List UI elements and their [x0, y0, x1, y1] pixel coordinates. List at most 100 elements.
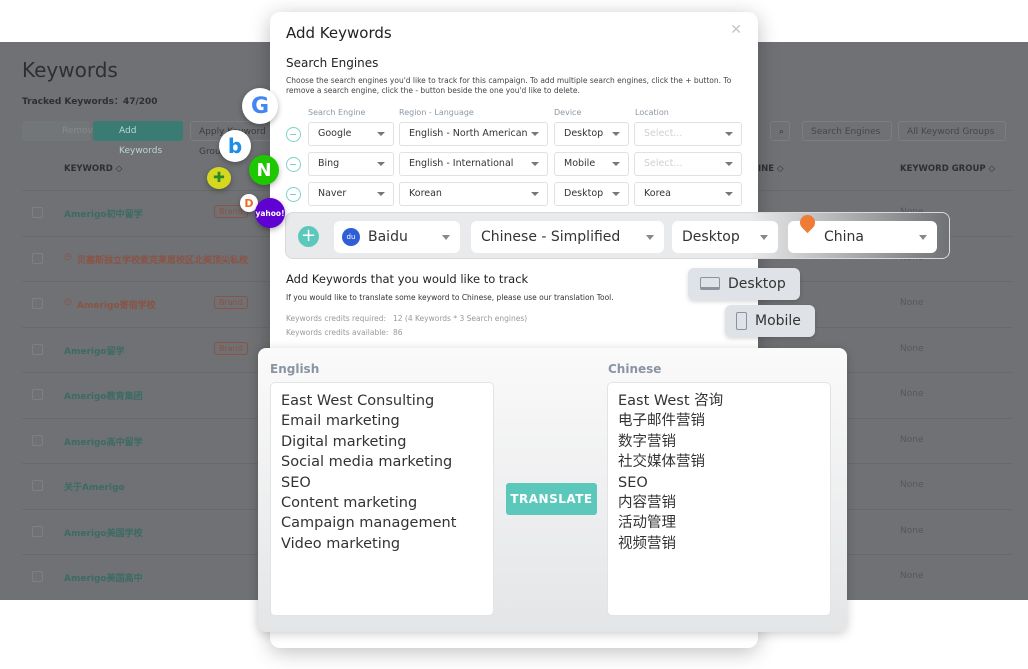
region-value: Chinese - Simplified [481, 229, 621, 245]
search-engines-description: Choose the search engines you'd like to … [286, 76, 732, 95]
english-keywords-textarea[interactable]: East West Consulting Email marketing Digit… [270, 382, 494, 616]
row-checkbox[interactable] [32, 480, 43, 491]
keyword-link[interactable]: Amerigo美国学校 [64, 526, 143, 539]
region-value: Korean [409, 188, 442, 199]
engine-value: Bing [318, 158, 340, 169]
row-checkbox[interactable] [32, 298, 43, 309]
region-value: English - International [409, 158, 514, 169]
region-select-chinese[interactable]: Chinese - Simplified [471, 221, 664, 253]
row-checkbox[interactable] [32, 525, 43, 537]
location-value: Select... [644, 128, 683, 139]
remove-engine-button[interactable] [286, 157, 301, 172]
engine-value: Google [318, 128, 352, 139]
naver-logo-text: N [256, 159, 272, 181]
google-logo-icon: G [242, 88, 278, 124]
device-select-desktop[interactable]: Desktop [672, 221, 778, 253]
keyword-group-value: None [900, 343, 924, 354]
keyword-link[interactable]: 关于Amerigo [64, 480, 125, 493]
row-checkbox[interactable] [32, 571, 43, 582]
label-region-language: Region - Language [399, 108, 474, 117]
laptop-icon [700, 277, 720, 290]
search-engines-heading: Search Engines [286, 56, 379, 70]
keyword-link[interactable]: Amerigo高中留学 [64, 435, 143, 448]
bing-logo-icon: b [219, 130, 251, 162]
region-select[interactable]: Korean [399, 182, 548, 206]
add-keywords-button[interactable]: Add Keywords [93, 121, 183, 156]
location-select[interactable]: Select... [634, 152, 742, 176]
keyword-line: Email marketing [281, 413, 400, 430]
engine-select-baidu[interactable]: du Baidu [334, 221, 460, 253]
clock-icon: ◷ [64, 251, 72, 262]
naver-logo-icon: N [249, 155, 279, 185]
remove-engine-button[interactable] [286, 187, 301, 202]
new-engine-row: + du Baidu Chinese - Simplified Desktop … [285, 211, 950, 259]
page-title: Keywords [22, 58, 118, 82]
keyword-link[interactable]: Amerigo美国高中 [64, 571, 143, 584]
keyword-line: 社交媒体营销 [618, 454, 705, 471]
bing-logo-text: b [227, 134, 243, 158]
brand-badge: Brand [214, 296, 248, 309]
keyword-line: Social media marketing [281, 454, 453, 471]
keyword-link[interactable]: Amerigo寄宿学校 [77, 298, 156, 311]
device-value: Desktop [564, 128, 604, 139]
yahoo-logo-icon: yahoo! [255, 198, 285, 228]
desktop-label: Desktop [728, 276, 786, 292]
device-value: Desktop [682, 229, 740, 245]
translate-button[interactable]: TRANSLATE [506, 483, 597, 515]
device-option-mobile[interactable]: Mobile [725, 305, 815, 337]
credits-required-value: 12 (4 Keywords * 3 Search engines) [393, 314, 528, 323]
keyword-link[interactable]: Amerigo留学 [64, 344, 125, 357]
chinese-keywords-textarea[interactable]: East West 咨询 电子邮件营销 数字营销 社交媒体营销 SEO 内容营销 活动管理视… [607, 382, 831, 616]
search-engines-filter[interactable]: Search Engines [802, 121, 892, 141]
row-checkbox[interactable] [32, 389, 43, 400]
engine-select[interactable]: Google [308, 122, 394, 146]
device-select[interactable]: Mobile [554, 152, 629, 176]
region-select[interactable]: English - North American [399, 122, 548, 146]
add-keywords-description: If you would like to translate some keyw… [286, 293, 614, 302]
engine-select[interactable]: Bing [308, 152, 394, 176]
region-select[interactable]: English - International [399, 152, 548, 176]
device-select[interactable]: Desktop [554, 122, 629, 146]
search-icon[interactable]: ⌕ [770, 121, 790, 141]
keyword-groups-filter[interactable]: All Keyword Groups [898, 121, 1006, 141]
remove-button[interactable]: Remove [22, 121, 99, 141]
brand-badge: Brand [214, 341, 248, 355]
keyword-group-value: None [900, 389, 924, 399]
device-select[interactable]: Desktop [554, 182, 629, 206]
keyword-link[interactable]: Amerigo初中留学 [64, 207, 143, 220]
row-checkbox[interactable] [32, 207, 43, 218]
location-select[interactable]: Select... [634, 122, 742, 146]
col-keyword-group[interactable]: KEYWORD GROUP ◇ [900, 164, 995, 174]
row-checkbox[interactable] [32, 252, 43, 264]
tracked-count: Tracked Keywords：47/200 [22, 97, 158, 107]
add-engine-button[interactable]: + [298, 226, 319, 247]
close-icon[interactable]: ✕ [730, 22, 742, 38]
credits-available-label: Keywords credits available: [286, 328, 389, 337]
clock-icon: ◷ [64, 297, 72, 307]
location-select[interactable]: Korea [634, 182, 742, 206]
keyword-line: 活动管理 [618, 515, 676, 532]
row-checkbox[interactable] [32, 343, 43, 355]
col-keyword[interactable]: KEYWORD ◇ [64, 164, 122, 174]
col-engine[interactable]: INE ◇ [758, 164, 784, 174]
keyword-line: Video marketing [281, 535, 401, 552]
location-value: Select... [644, 158, 683, 169]
region-value: English - North American [409, 128, 528, 139]
device-option-desktop[interactable]: Desktop [688, 268, 800, 300]
keyword-link[interactable]: 贝塞斯独立学校麦克莱恩校区北美顶尖私校 [77, 253, 248, 266]
keyword-link[interactable]: Amerigo教育集团 [64, 389, 143, 402]
keyword-group-value: None [900, 525, 924, 536]
engine-value: Baidu [368, 229, 408, 245]
engine-select[interactable]: Naver [308, 182, 394, 206]
remove-engine-button[interactable] [286, 127, 301, 142]
keyword-line: 视频营销 [618, 535, 676, 552]
daum-logo-text: D [244, 196, 254, 210]
location-select-china[interactable]: China [788, 211, 937, 253]
chinese-label: Chinese [608, 362, 662, 376]
mobile-icon [736, 312, 747, 330]
keyword-group-value: None [900, 480, 924, 490]
row-checkbox[interactable] [32, 434, 43, 446]
google-logo-text: G [250, 93, 270, 119]
keyword-line: SEO [618, 474, 648, 491]
sogou-logo-icon: ✚ [207, 167, 231, 189]
